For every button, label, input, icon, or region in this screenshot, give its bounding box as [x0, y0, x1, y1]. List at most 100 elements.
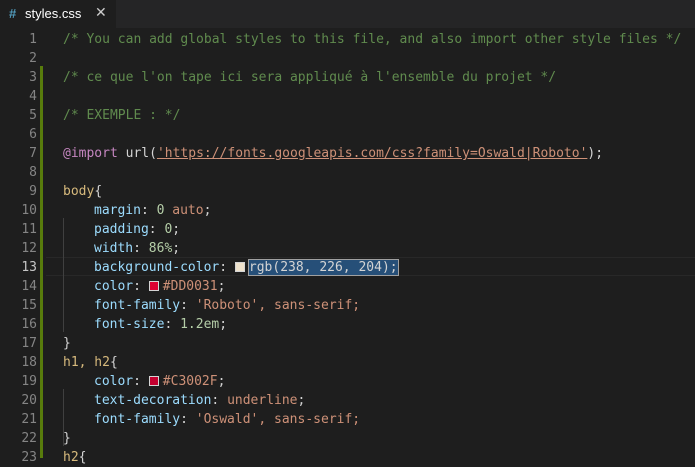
colon: :: [133, 374, 149, 389]
colon: :: [133, 241, 149, 256]
selector: h1, h2: [63, 355, 110, 370]
line-number: 21: [21, 412, 37, 427]
colon: :: [133, 279, 149, 294]
property: margin: [94, 203, 141, 218]
code-line: /* EXEMPLE : */: [63, 106, 180, 125]
code-line: @import url('https://fonts.googleapis.co…: [63, 144, 603, 163]
modified-lines-indicator: [40, 66, 43, 458]
line-number: 11: [21, 222, 37, 237]
code-line: h2{: [63, 448, 86, 467]
property: font-size: [94, 317, 165, 332]
keyword-value: auto: [164, 203, 204, 218]
code-line: color: #DD0031;: [94, 277, 225, 296]
url-function: url(: [117, 146, 157, 161]
colon: :: [180, 412, 196, 427]
line-number: 4: [29, 89, 37, 104]
property: font-family: [94, 412, 181, 427]
line-number: 18: [21, 355, 37, 370]
colon: :: [211, 393, 228, 408]
number-value: 86%: [148, 241, 173, 256]
line-number: 8: [29, 165, 37, 180]
line-number-active: 13: [21, 260, 37, 275]
code-line: font-family: 'Oswald', sans-serif;: [94, 410, 360, 429]
string-value: 'Roboto': [195, 298, 259, 313]
keyword-value: , sans-serif;: [258, 298, 361, 313]
line-number: 6: [29, 127, 37, 142]
line-number: 1: [29, 32, 37, 47]
code-line: margin: 0 auto;: [94, 201, 211, 220]
semicolon: ;: [172, 241, 181, 256]
line-number: 17: [21, 336, 37, 351]
line-number: 20: [21, 393, 37, 408]
keyword-value: underline: [227, 393, 298, 408]
line-number: 5: [29, 108, 37, 123]
indent-guide: [63, 218, 64, 332]
colon: :: [164, 317, 181, 332]
punctuation: );: [587, 146, 604, 161]
property: background-color: [94, 260, 220, 275]
brace: }: [63, 336, 71, 351]
code-line: font-family: 'Roboto', sans-serif;: [94, 296, 360, 315]
code-line: width: 86%;: [94, 239, 180, 258]
colon: :: [219, 260, 235, 275]
comment: /* ce que l'on tape ici sera appliqué à …: [63, 70, 557, 85]
code-line: font-size: 1.2em;: [94, 315, 227, 334]
comment: /* EXEMPLE : */: [63, 108, 181, 123]
tab-label: styles.css: [25, 6, 82, 21]
semicolon: ;: [203, 203, 212, 218]
close-icon[interactable]: ✕: [95, 5, 107, 21]
code-line: }: [63, 334, 71, 353]
tab-bar: # styles.css ✕: [0, 0, 695, 28]
colon: :: [180, 298, 196, 313]
code-line: /* ce que l'on tape ici sera appliqué à …: [63, 68, 556, 87]
color-swatch[interactable]: [148, 376, 159, 386]
line-number: 19: [21, 374, 37, 389]
property: color: [94, 279, 134, 294]
color-value: #DD0031: [162, 279, 218, 294]
keyword-value: , sans-serif;: [258, 412, 361, 427]
import-url-link[interactable]: 'https://fonts.googleapis.com/css?family…: [157, 146, 587, 161]
code-line: color: #C3002F;: [94, 372, 225, 391]
code-line: /* You can add global styles to this fil…: [63, 30, 681, 49]
tab-styles-css[interactable]: # styles.css ✕: [0, 0, 116, 28]
property: text-decoration: [94, 393, 212, 408]
colon: :: [148, 222, 165, 237]
code-editor[interactable]: 1 2 3 4 5 6 7 8 9 10 11 12 13 14 15 16 1…: [0, 28, 695, 465]
line-number: 14: [21, 279, 37, 294]
code-line: h1, h2{: [63, 353, 118, 372]
import-keyword: @import: [63, 146, 118, 161]
semicolon: ;: [217, 374, 226, 389]
line-number: 2: [29, 51, 37, 66]
color-value: #C3002F: [162, 374, 218, 389]
line-number: 12: [21, 241, 37, 256]
code-line: padding: 0;: [94, 220, 180, 239]
line-number: 16: [21, 317, 37, 332]
property: width: [94, 241, 134, 256]
colon: :: [140, 203, 157, 218]
brace: {: [94, 184, 103, 199]
property: font-family: [94, 298, 181, 313]
selector: body: [63, 184, 95, 199]
line-number: 15: [21, 298, 37, 313]
property: color: [94, 374, 134, 389]
brace: }: [63, 431, 71, 446]
semicolon: ;: [297, 393, 306, 408]
number-value: 1.2em: [180, 317, 220, 332]
color-swatch[interactable]: [148, 281, 159, 291]
code-line: body{: [63, 182, 102, 201]
code-line: background-color: rgb(238, 226, 204);: [94, 258, 399, 277]
line-number: 22: [21, 431, 37, 446]
semicolon: ;: [172, 222, 181, 237]
selector: h2: [63, 450, 79, 465]
css-file-icon: #: [9, 6, 17, 21]
color-swatch[interactable]: [234, 262, 245, 272]
brace: {: [78, 450, 87, 465]
line-number: 3: [29, 70, 37, 85]
brace: {: [109, 355, 118, 370]
string-value: 'Oswald': [195, 412, 259, 427]
line-number: 9: [29, 184, 37, 199]
comment: /* You can add global styles to this fil…: [63, 32, 682, 47]
semicolon: ;: [219, 317, 228, 332]
semicolon: ;: [217, 279, 226, 294]
code-line: text-decoration: underline;: [94, 391, 305, 410]
